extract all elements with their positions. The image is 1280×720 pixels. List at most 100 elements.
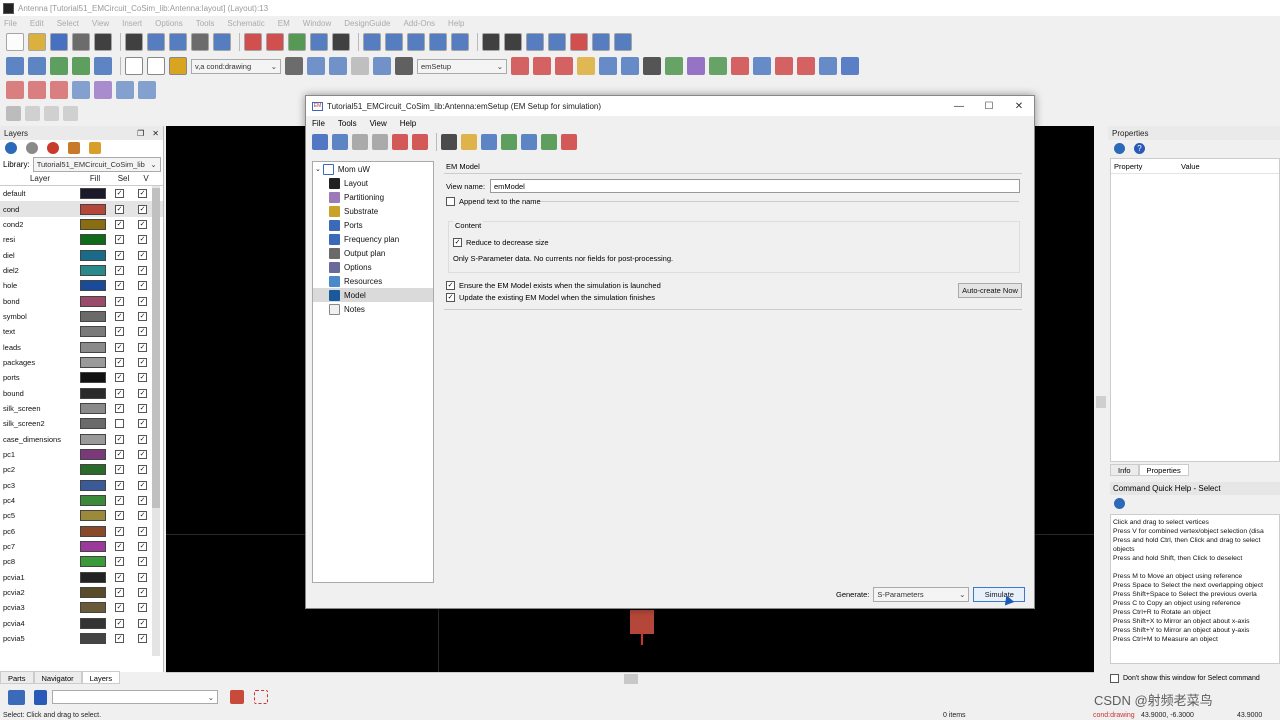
toolbar-2-em-icon-10[interactable] (731, 57, 749, 75)
toolbar-3-icon-6[interactable] (138, 81, 156, 99)
layer-fill-swatch[interactable] (80, 341, 106, 353)
toolbar-1-icon-14[interactable] (332, 33, 350, 51)
dialog-toolbar-tool-icon-4[interactable] (521, 134, 537, 150)
layer-fill-swatch[interactable] (80, 541, 106, 553)
pencil-icon[interactable] (68, 142, 80, 154)
layer-row[interactable]: pc7 ✓ ✓ (0, 539, 163, 554)
toolbar-1-icon-19[interactable] (451, 33, 469, 51)
tab-navigator[interactable]: Navigator (33, 671, 82, 684)
dialog-toolbar-icon-0[interactable] (312, 134, 328, 150)
layer-fill-swatch[interactable] (80, 617, 106, 629)
layer-sel-checkbox[interactable] (115, 419, 124, 429)
layer-sel-checkbox[interactable]: ✓ (115, 511, 124, 521)
layer-row[interactable]: packages ✓ ✓ (0, 355, 163, 370)
layer-fill-swatch[interactable] (80, 433, 106, 445)
layer-fill-swatch[interactable] (80, 418, 106, 430)
canvas-hscrollbar[interactable] (166, 672, 1094, 684)
layer-sel-checkbox[interactable]: ✓ (115, 542, 124, 552)
layer-visible-checkbox[interactable]: ✓ (138, 219, 147, 229)
layer-sel-checkbox[interactable]: ✓ (115, 618, 124, 628)
toolbar-1-icon-17[interactable] (407, 33, 425, 51)
dialog-toolbar-icon-3[interactable] (372, 134, 388, 150)
layer-sel-checkbox[interactable]: ✓ (115, 342, 124, 352)
layer-row[interactable]: resi ✓ ✓ (0, 232, 163, 247)
layers-scrollbar[interactable] (152, 186, 160, 656)
dialog-menu-tools[interactable]: Tools (338, 119, 357, 128)
menu-view[interactable]: View (92, 19, 109, 28)
toolbar-4-icon-3[interactable] (63, 105, 78, 121)
layer-visible-checkbox[interactable]: ✓ (138, 572, 147, 582)
eye-icon[interactable] (26, 142, 38, 154)
layer-fill-swatch[interactable] (80, 495, 106, 507)
toolbar-2-draw-icon-1[interactable] (307, 57, 325, 75)
menu-insert[interactable]: Insert (122, 19, 142, 28)
dialog-toolbar-tool-icon-0[interactable] (441, 134, 457, 150)
layer-sel-checkbox[interactable]: ✓ (115, 496, 124, 506)
close-icon[interactable]: ✕ (152, 129, 159, 138)
layer-visible-checkbox[interactable]: ✓ (138, 618, 147, 628)
layer-sel-checkbox[interactable]: ✓ (115, 634, 124, 644)
toolbar-2-em-icon-8[interactable] (687, 57, 705, 75)
toolbar-2-em-icon-2[interactable] (555, 57, 573, 75)
toolbar-2-shape-icon-1[interactable] (147, 57, 165, 75)
layer-visible-checkbox[interactable]: ✓ (138, 557, 147, 567)
layer-fill-swatch[interactable] (80, 234, 106, 246)
layer-visible-checkbox[interactable]: ✓ (138, 496, 147, 506)
tab-properties[interactable]: Properties (1138, 464, 1189, 476)
toolbar-1-icon-6[interactable] (147, 33, 165, 51)
layers-scrollbar-thumb[interactable] (152, 188, 160, 508)
layer-sel-checkbox[interactable]: ✓ (115, 572, 124, 582)
layer-row[interactable]: silk_screen2 ✓ (0, 416, 163, 431)
tree-item-options[interactable]: Options (313, 260, 433, 274)
dialog-menu-file[interactable]: File (312, 119, 325, 128)
tree-root[interactable]: ⌄ Mom uW (313, 162, 433, 176)
toolbar-2-em-icon-15[interactable] (841, 57, 859, 75)
layer-visible-checkbox[interactable]: ✓ (138, 311, 147, 321)
layer-sel-checkbox[interactable]: ✓ (115, 526, 124, 536)
tree-item-layout[interactable]: Layout (313, 176, 433, 190)
layer-row[interactable]: case_dimensions ✓ ✓ (0, 432, 163, 447)
layer-row[interactable]: hole ✓ ✓ (0, 278, 163, 293)
toolbar-2-em-icon-14[interactable] (819, 57, 837, 75)
toolbar-1-icon-3[interactable] (72, 33, 90, 51)
layer-visible-checkbox[interactable]: ✓ (138, 511, 147, 521)
minimize-button[interactable]: — (944, 101, 974, 112)
layer-row[interactable]: bound ✓ ✓ (0, 385, 163, 400)
tree-item-output-plan[interactable]: Output plan (313, 246, 433, 260)
toolbar-2-draw-icon-4[interactable] (373, 57, 391, 75)
gear-icon[interactable] (1114, 498, 1125, 509)
menu-designguide[interactable]: DesignGuide (344, 19, 390, 28)
layer-sel-checkbox[interactable]: ✓ (115, 235, 124, 245)
layer-sel-checkbox[interactable]: ✓ (115, 189, 124, 199)
layer-fill-swatch[interactable] (80, 449, 106, 461)
layer-sel-checkbox[interactable]: ✓ (115, 388, 124, 398)
layer-visible-checkbox[interactable]: ✓ (138, 327, 147, 337)
layer-visible-checkbox[interactable]: ✓ (138, 542, 147, 552)
layer-sel-checkbox[interactable]: ✓ (115, 250, 124, 260)
menu-help[interactable]: Help (448, 19, 464, 28)
toolbar-1-icon-23[interactable] (548, 33, 566, 51)
layer-visible-checkbox[interactable]: ✓ (138, 296, 147, 306)
layer-sel-checkbox[interactable]: ✓ (115, 450, 124, 460)
toolbar-4-icon-2[interactable] (44, 105, 59, 121)
layer-visible-checkbox[interactable]: ✓ (138, 265, 147, 275)
tab-layers[interactable]: Layers (81, 671, 121, 684)
layer-sel-checkbox[interactable]: ✓ (115, 296, 124, 306)
dialog-menu-view[interactable]: View (370, 119, 387, 128)
dialog-menu-help[interactable]: Help (400, 119, 416, 128)
toolbar-2-em-icon-6[interactable] (643, 57, 661, 75)
layer-row[interactable]: pc8 ✓ ✓ (0, 554, 163, 569)
layer-row[interactable]: leads ✓ ✓ (0, 339, 163, 354)
layer-sel-checkbox[interactable]: ✓ (115, 403, 124, 413)
layer-visible-checkbox[interactable]: ✓ (138, 634, 147, 644)
toolbar-1-icon-13[interactable] (310, 33, 328, 51)
layer-fill-swatch[interactable] (80, 479, 106, 491)
edit-icon[interactable] (8, 689, 25, 705)
menu-schematic[interactable]: Schematic (227, 19, 264, 28)
toolbar-1-icon-21[interactable] (504, 33, 522, 51)
dialog-toolbar-icon-1[interactable] (332, 134, 348, 150)
tree-item-substrate[interactable]: Substrate (313, 204, 433, 218)
layer-fill-swatch[interactable] (80, 295, 106, 307)
toolbar-2-em-icon-13[interactable] (797, 57, 815, 75)
layer-row[interactable]: pc1 ✓ ✓ (0, 447, 163, 462)
